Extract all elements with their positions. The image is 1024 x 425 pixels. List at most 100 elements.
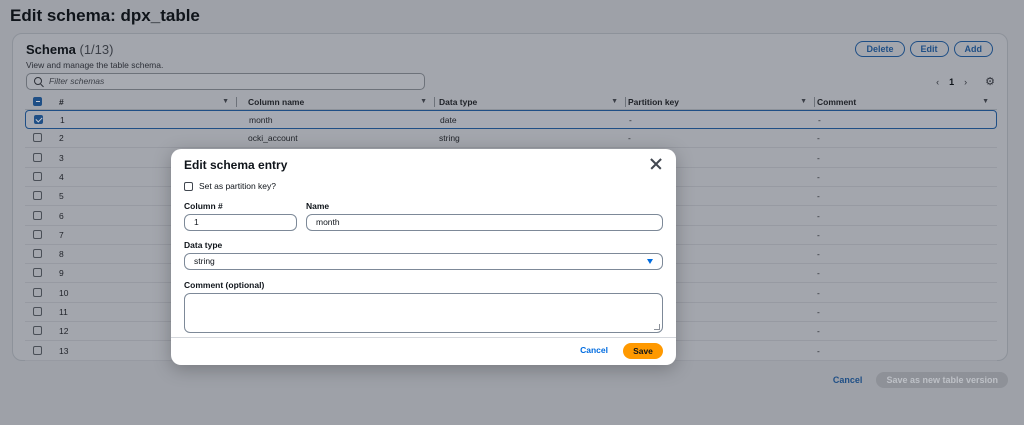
sort-icon: ▼ [800, 98, 807, 105]
comment-label: Comment (optional) [184, 280, 265, 290]
filter-placeholder: Filter schemas [49, 76, 105, 86]
partition-key-checkbox[interactable]: Set as partition key? [184, 181, 276, 191]
sort-icon: ▼ [222, 98, 229, 105]
name-label: Name [306, 201, 330, 211]
search-icon [34, 77, 42, 85]
column-header-label: Data type [439, 97, 478, 107]
row-checkbox[interactable] [34, 115, 43, 124]
resize-handle-icon[interactable] [654, 324, 660, 330]
sort-icon: ▼ [611, 98, 618, 105]
column-header-label: # [59, 97, 64, 107]
row-checkbox[interactable] [33, 171, 42, 181]
data-type-value: string [194, 256, 215, 266]
schema-actions: Delete Edit Add [855, 41, 993, 57]
checkbox-box[interactable] [184, 181, 193, 191]
add-button[interactable]: Add [953, 41, 993, 57]
edit-schema-modal: Edit schema entry Set as partition key? … [171, 149, 676, 365]
modal-save-button[interactable]: Save [623, 343, 663, 359]
name-input[interactable]: month [306, 214, 663, 231]
cell-comment: - [817, 326, 820, 337]
cell-num: 7 [59, 229, 64, 240]
row-checkbox[interactable] [33, 287, 42, 297]
column-header-type[interactable]: Data type ▼ [439, 95, 626, 110]
edit-button[interactable]: Edit [909, 41, 949, 57]
delete-button[interactable]: Delete [855, 41, 905, 57]
cell-type: string [439, 133, 460, 144]
cell-comment: - [817, 307, 820, 317]
cell-type: date [440, 115, 457, 125]
table-row[interactable]: 2 ocki_account string - - [25, 129, 997, 149]
cell-num: 13 [59, 345, 69, 356]
cell-comment: - [817, 191, 820, 202]
cell-num: 1 [60, 115, 65, 125]
row-checkbox[interactable] [33, 268, 42, 278]
table-row[interactable]: 1 month date - - [25, 110, 997, 129]
page-title: Edit schema: dpx_table [10, 6, 200, 25]
cell-partition: - [628, 133, 631, 144]
column-divider [434, 97, 435, 107]
row-checkbox[interactable] [33, 210, 42, 220]
cell-num: 10 [59, 287, 69, 298]
schema-count: (1/13) [79, 42, 114, 57]
schema-description: View and manage the table schema. [26, 60, 164, 70]
page-number[interactable]: 1 [949, 77, 954, 87]
row-checkbox[interactable] [33, 191, 42, 201]
row-checkbox[interactable] [33, 345, 42, 355]
cell-name: month [249, 115, 273, 125]
cell-comment: - [817, 287, 820, 298]
cell-num: 6 [59, 210, 64, 221]
filter-schemas-input[interactable]: Filter schemas [26, 73, 425, 90]
column-divider [625, 97, 626, 107]
cell-num: 4 [59, 171, 64, 182]
save-table-version-button: Save as new table version [876, 372, 1008, 388]
cancel-button[interactable]: Cancel [833, 375, 863, 385]
modal-divider [171, 337, 676, 338]
row-checkbox[interactable] [33, 249, 42, 259]
schema-title-text: Schema [26, 42, 76, 57]
cell-num: 8 [59, 249, 64, 260]
row-checkbox[interactable] [33, 133, 42, 143]
row-checkbox[interactable] [33, 307, 42, 316]
column-header-label: Comment [817, 97, 857, 107]
data-type-select[interactable]: string [184, 253, 663, 270]
comment-textarea[interactable] [184, 293, 663, 333]
pagination: ‹ 1 › ⚙ [936, 75, 995, 88]
cell-comment: - [817, 133, 820, 144]
column-divider [236, 97, 237, 107]
prev-page-icon[interactable]: ‹ [936, 77, 939, 87]
column-header-partition[interactable]: Partition key ▼ [628, 95, 815, 110]
row-checkbox[interactable] [33, 229, 42, 239]
cell-comment: - [817, 152, 820, 163]
schema-title: Schema (1/13) [26, 42, 113, 57]
cell-num: 5 [59, 191, 64, 202]
cell-num: 9 [59, 268, 64, 279]
modal-cancel-button[interactable]: Cancel [580, 345, 608, 355]
gear-icon[interactable]: ⚙ [985, 75, 995, 88]
row-checkbox[interactable] [33, 152, 42, 162]
cell-comment: - [817, 229, 820, 240]
modal-title: Edit schema entry [184, 158, 288, 172]
close-icon[interactable] [649, 157, 663, 171]
cell-num: 2 [59, 133, 64, 144]
cell-comment: - [817, 268, 820, 279]
partition-key-label: Set as partition key? [199, 181, 277, 191]
page-footer-actions: Cancel Save as new table version [833, 372, 1008, 388]
cell-num: 11 [59, 307, 68, 317]
cell-num: 12 [59, 326, 69, 337]
column-number-input[interactable]: 1 [184, 214, 297, 231]
sort-icon: ▼ [420, 98, 427, 105]
column-header-comment[interactable]: Comment ▼ [817, 95, 997, 110]
cell-name: ocki_account [248, 133, 298, 144]
cell-num: 3 [59, 152, 64, 163]
chevron-down-icon [647, 259, 653, 264]
cell-comment: - [818, 115, 821, 125]
select-all-checkbox[interactable] [33, 97, 42, 106]
column-header-name[interactable]: Column name ▼ [248, 95, 435, 110]
data-type-label: Data type [184, 240, 223, 250]
column-header-label: Column name [248, 97, 305, 107]
row-checkbox[interactable] [33, 326, 42, 336]
next-page-icon[interactable]: › [964, 77, 967, 87]
cell-comment: - [817, 210, 820, 221]
column-header-number[interactable]: # ▼ [59, 95, 237, 110]
column-header-label: Partition key [628, 97, 680, 107]
